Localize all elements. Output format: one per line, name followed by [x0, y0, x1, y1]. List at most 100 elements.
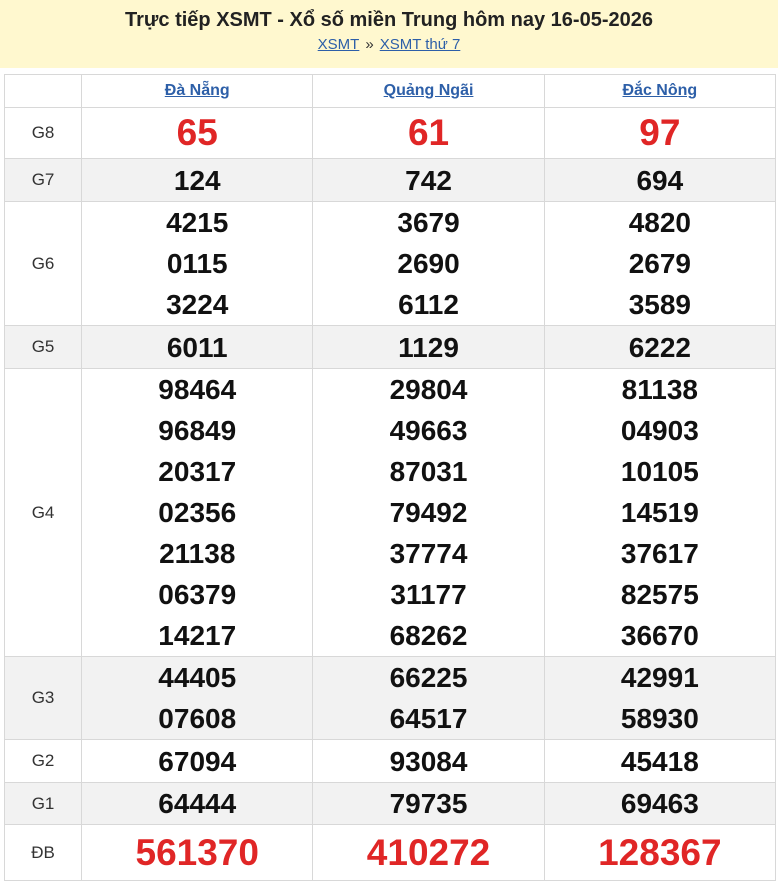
prize-cell: 66225 64517	[312, 656, 545, 740]
prize-number: 37617	[620, 538, 699, 569]
province-header-cell: Quảng Ngãi	[312, 74, 545, 108]
prize-cell: 4215 0115 3224	[81, 201, 314, 326]
prize-number: 44405	[158, 662, 237, 693]
prize-number: 4820	[628, 207, 691, 238]
prize-number: 128367	[598, 831, 722, 873]
prize-number: 694	[636, 164, 684, 196]
prize-number: 79735	[389, 788, 468, 819]
prize-table-body: G8 65 61 97 G7 124 742 694 G6 4215 0115 3224 3679 269…	[3, 107, 777, 881]
prize-cell: 4820 2679 3589	[543, 201, 777, 326]
prize-cell: 69463	[543, 782, 777, 825]
prize-number: 21138	[159, 538, 236, 569]
prize-cell: 29804 49663 87031 79492 37774 31177 68262	[312, 368, 545, 657]
prize-number: 6011	[166, 331, 228, 363]
prize-number: 68262	[389, 620, 468, 651]
prize-number: 93084	[389, 745, 468, 777]
prize-number: 82575	[620, 579, 699, 610]
prize-number: 45418	[620, 745, 699, 777]
prize-number: 65	[176, 112, 218, 153]
prize-number: 2679	[628, 248, 691, 279]
prize-cell: 124	[81, 158, 314, 202]
breadcrumb: XSMT » XSMT thứ 7	[0, 36, 778, 53]
prize-cell: 97	[543, 107, 777, 159]
prize-cell: 561370	[81, 824, 314, 881]
prize-cell: 45418	[543, 739, 777, 783]
prize-cell: 81138 04903 10105 14519 37617 82575 36670	[543, 368, 777, 657]
prize-number: 14217	[158, 620, 237, 651]
prize-row: G5 6011 1129 6222	[3, 325, 777, 369]
prize-number: 31177	[390, 579, 467, 610]
prize-number: 58930	[620, 703, 699, 734]
prize-cell: 93084	[312, 739, 545, 783]
prize-row: G7 124 742 694	[3, 158, 777, 202]
prize-number: 3589	[628, 289, 691, 320]
province-header-cell: Đà Nẵng	[81, 74, 314, 108]
prize-cell: 1129	[312, 325, 545, 369]
prize-number: 37774	[389, 538, 468, 569]
prize-cell: 6222	[543, 325, 777, 369]
prize-row: G3 44405 07608 66225 64517 42991 58930	[3, 656, 777, 740]
prize-number: 6112	[398, 289, 459, 320]
prize-label: G1	[3, 782, 83, 825]
prize-cell: 6011	[81, 325, 314, 369]
prize-cell: 61	[312, 107, 545, 159]
prize-number: 20317	[158, 456, 237, 487]
prize-label: G7	[3, 158, 83, 202]
page-title: Trực tiếp XSMT - Xổ số miền Trung hôm na…	[125, 9, 653, 31]
prize-number: 6222	[628, 331, 691, 363]
prize-number: 79492	[389, 497, 468, 528]
prize-cell: 67094	[81, 739, 314, 783]
breadcrumb-link-xsmt-thu-7[interactable]: XSMT thứ 7	[380, 36, 461, 53]
prize-row: G1 64444 79735 69463	[3, 782, 777, 825]
prize-number: 4215	[166, 207, 229, 238]
header-corner-cell	[3, 74, 83, 108]
prize-row: G8 65 61 97	[3, 107, 777, 159]
province-link-da-nang[interactable]: Đà Nẵng	[165, 82, 230, 99]
breadcrumb-link-xsmt[interactable]: XSMT	[318, 36, 360, 53]
prize-cell: 742	[312, 158, 545, 202]
prize-number: 42991	[620, 662, 699, 693]
province-link-quang-ngai[interactable]: Quảng Ngãi	[384, 82, 474, 99]
prize-row: G6 4215 0115 3224 3679 2690 6112 4820 2679 3589	[3, 201, 777, 326]
prize-number: 2690	[397, 248, 460, 279]
prize-number: 1129	[398, 331, 459, 363]
prize-number: 97	[639, 112, 681, 153]
province-link-dac-nong[interactable]: Đắc Nông	[623, 82, 698, 99]
prize-number: 0115	[166, 248, 228, 279]
prize-number: 81138	[621, 374, 698, 405]
prize-number: 64444	[158, 788, 237, 819]
prize-number: 66225	[389, 662, 468, 693]
prize-label: G6	[3, 201, 83, 326]
prize-cell: 98464 96849 20317 02356 21138 06379 14217	[81, 368, 314, 657]
prize-label: G5	[3, 325, 83, 369]
prize-cell: 128367	[543, 824, 777, 881]
prize-number: 87031	[389, 456, 468, 487]
prize-cell: 694	[543, 158, 777, 202]
prize-number: 410272	[366, 831, 491, 873]
prize-cell: 64444	[81, 782, 314, 825]
prize-row: G4 98464 96849 20317 02356 21138 06379 14217 298…	[3, 368, 777, 657]
prize-number: 36670	[620, 620, 699, 651]
prize-number: 69463	[620, 788, 699, 819]
prize-number: 14519	[620, 497, 699, 528]
province-header-cell: Đắc Nông	[543, 74, 777, 108]
prize-label: G3	[3, 656, 83, 740]
prize-number: 61	[407, 112, 450, 153]
prize-cell: 44405 07608	[81, 656, 314, 740]
prize-cell: 65	[81, 107, 314, 159]
prize-number: 98464	[158, 374, 237, 405]
prize-number: 67094	[158, 745, 237, 777]
prize-number: 124	[173, 164, 221, 196]
prize-number: 02356	[158, 497, 237, 528]
breadcrumb-separator: »	[365, 36, 374, 53]
prize-number: 10105	[620, 456, 699, 487]
prize-number: 3679	[397, 207, 460, 238]
prize-number: 3224	[166, 289, 229, 320]
prize-number: 49663	[389, 415, 468, 446]
province-header-row: Đà Nẵng Quảng Ngãi Đắc Nông	[3, 74, 777, 108]
prize-cell: 42991 58930	[543, 656, 777, 740]
prize-number: 64517	[389, 703, 468, 734]
prize-label: G4	[3, 368, 83, 657]
prize-label: G8	[3, 107, 83, 159]
prize-number: 07608	[158, 703, 237, 734]
